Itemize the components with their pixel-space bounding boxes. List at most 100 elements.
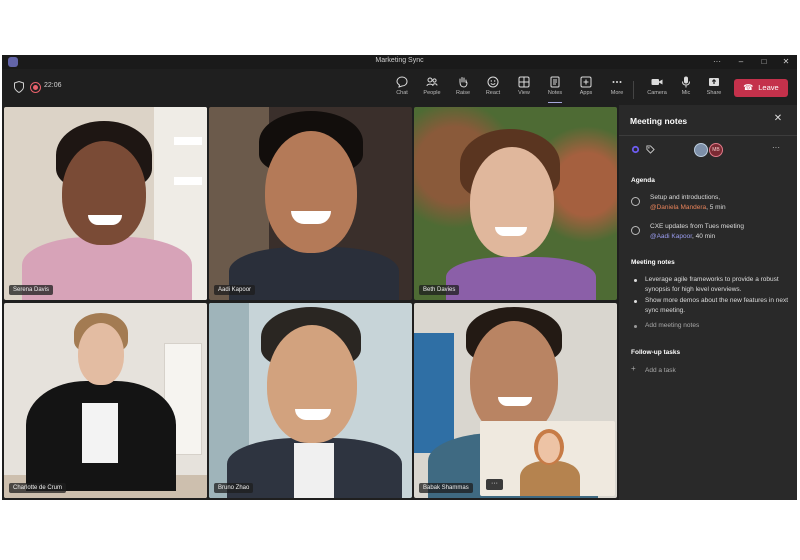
share-label: Share [706, 90, 722, 96]
self-view-body [520, 461, 580, 496]
agenda-item-text: Setup and introductions, [650, 194, 721, 201]
participant-face [62, 141, 146, 245]
raise-label: Raise [455, 90, 471, 96]
agenda-item-text: CXE updates from Tues meeting [650, 223, 744, 230]
video-tile-bruno-zhao[interactable]: Bruno Zhao [209, 303, 412, 498]
participant-smile [498, 397, 532, 406]
notes-heading: Meeting notes [631, 259, 675, 266]
more-label: More [610, 90, 624, 96]
participant-face [78, 323, 124, 385]
agenda-item: CXE updates from Tues meeting @Aadi Kapo… [650, 222, 790, 241]
participant-smile [495, 227, 527, 236]
video-tile-charlotte-de-crum[interactable]: Charlotte de Crum [4, 303, 207, 498]
toolbar-divider [633, 81, 634, 99]
participant-name-label: Serena Davis [9, 285, 54, 295]
hand-icon [459, 77, 468, 88]
people-label: People [423, 90, 441, 96]
participant-name-label: Aadi Kapoor [214, 285, 256, 295]
bullet [634, 300, 637, 303]
video-tile-aadi-kapoor[interactable]: Aadi Kapoor [209, 107, 412, 300]
people-icon [426, 77, 438, 87]
close-panel-button[interactable]: ✕ [771, 113, 785, 127]
agenda-heading: Agenda [631, 177, 655, 184]
panel-divider [619, 135, 797, 136]
mic-button[interactable]: Mic [671, 76, 701, 102]
leave-label: Leave [758, 83, 779, 92]
participant-name-label: Bruno Zhao [214, 483, 254, 493]
maximize-button[interactable]: □ [755, 56, 773, 68]
share-button[interactable]: Share [699, 76, 729, 102]
note-item[interactable]: Leverage agile frameworks to provide a r… [645, 275, 790, 294]
participant-name-label: Babak Shammas [419, 483, 473, 493]
participant-smile [295, 409, 331, 420]
camera-label: Camera [647, 90, 667, 96]
window-title: Marketing Sync [375, 57, 424, 64]
bullet [634, 325, 637, 328]
loop-icon[interactable] [631, 145, 640, 154]
more-button[interactable]: More [602, 76, 632, 102]
participant-shirt [82, 403, 118, 463]
shelf [174, 177, 202, 185]
mention-link[interactable]: @Aadi Kapoor [650, 233, 692, 240]
camera-icon [651, 79, 663, 85]
raise-hand-button[interactable]: Raise [448, 76, 478, 102]
mic-icon [682, 76, 690, 88]
participant-face [470, 321, 558, 437]
window-more-icon[interactable]: ··· [708, 56, 726, 68]
mic-label: Mic [681, 90, 691, 96]
participant-face [470, 147, 554, 257]
title-bar: Marketing Sync ··· – □ ✕ [2, 55, 797, 69]
notes-label: Notes [547, 90, 563, 96]
notes-button[interactable]: Notes [540, 76, 570, 103]
agenda-checkbox[interactable] [631, 226, 640, 235]
panel-title: Meeting notes [630, 116, 688, 126]
meeting-notes-panel: Meeting notes ✕ MB ··· Agenda Setup and … [619, 105, 797, 500]
react-button[interactable]: React [478, 76, 508, 102]
add-meeting-notes-input[interactable]: Add meeting notes [645, 321, 790, 331]
people-button[interactable]: People [417, 76, 447, 102]
self-view-face [538, 433, 560, 463]
minimize-button[interactable]: – [732, 56, 750, 68]
shelf [174, 137, 202, 145]
chat-button[interactable]: Chat [387, 76, 417, 102]
share-icon [709, 78, 719, 86]
meeting-toolbar: 22:06 Chat People Raise React View Notes… [2, 69, 797, 105]
react-label: React [485, 90, 501, 96]
view-button[interactable]: View [509, 76, 539, 102]
participant-smile [88, 215, 122, 225]
participant-name-label: Charlotte de Crum [9, 483, 67, 493]
tile-more-options-button[interactable]: ··· [486, 479, 503, 490]
panel-more-options-button[interactable]: ··· [772, 143, 780, 152]
video-tile-babak-shammas[interactable]: Babak Shammas [414, 303, 617, 498]
chat-icon [396, 76, 408, 88]
collaborator-avatar[interactable] [694, 143, 708, 157]
mention-link[interactable]: @Daniela Mandera [650, 204, 706, 211]
more-icon [612, 81, 622, 83]
smile-icon [487, 76, 499, 88]
apps-button[interactable]: Apps [571, 76, 601, 102]
add-task-button[interactable]: Add a task [645, 366, 790, 376]
participant-body [446, 257, 596, 300]
note-item[interactable]: Show more demos about the new features i… [645, 296, 790, 315]
participant-face [265, 131, 357, 253]
close-window-button[interactable]: ✕ [777, 56, 795, 68]
chat-label: Chat [396, 90, 408, 96]
camera-button[interactable]: Camera [642, 76, 672, 102]
participant-shirt [294, 443, 334, 498]
grid-icon [518, 76, 530, 88]
apps-label: Apps [579, 90, 593, 96]
video-tile-beth-davies[interactable]: Beth Davies [414, 107, 617, 300]
bullet [634, 279, 637, 282]
leave-button[interactable]: ☎ Leave [734, 79, 788, 97]
plus-icon: + [631, 364, 636, 373]
meeting-timer: 22:06 [44, 82, 62, 89]
agenda-checkbox[interactable] [631, 197, 640, 206]
shield-icon[interactable] [14, 81, 24, 93]
notes-icon [550, 76, 560, 88]
participant-face [267, 325, 357, 443]
background-poster [414, 333, 454, 453]
agenda-item-duration: , 5 min [706, 203, 726, 211]
tag-icon[interactable] [646, 145, 655, 154]
video-tile-serena-davis[interactable]: Serena Davis [4, 107, 207, 300]
collaborator-avatar-initials[interactable]: MB [709, 143, 723, 157]
